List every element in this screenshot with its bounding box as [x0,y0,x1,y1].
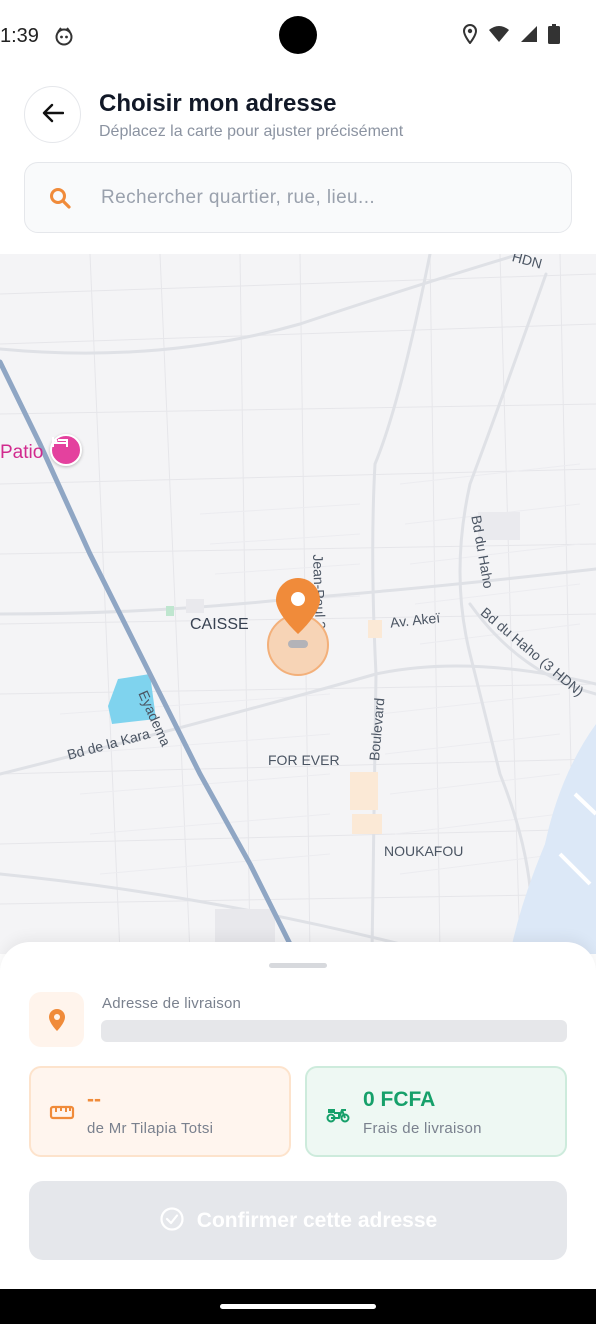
distance-caption: de Mr Tilapia Totsi [87,1120,214,1137]
map-view[interactable]: HDN Jean-Paul 2 Bd du Haho Bd du Haho (3… [0,254,596,954]
wifi-icon [488,25,510,48]
address-label: Adresse de livraison [102,995,242,1012]
check-circle-icon [159,1206,185,1235]
status-icons [462,23,560,49]
poi-label[interactable]: Patio [0,442,43,464]
location-marker [266,576,330,676]
system-navigation-bar [0,1289,596,1324]
status-bar: 1:39 [0,0,596,72]
header: Choisir mon adresse Déplacez la carte po… [0,72,596,254]
status-time: 1:39 [0,25,39,47]
search-input[interactable] [101,173,551,223]
page-title: Choisir mon adresse [99,90,337,117]
back-button[interactable] [24,86,81,143]
delivery-fee-value: 0 FCFA [363,1088,436,1111]
confirm-address-label: Confirmer cette adresse [196,1208,438,1232]
location-pin-icon [29,992,84,1047]
signal-icon [520,25,538,48]
delivery-fee-card: 0 FCFA Frais de livraison [305,1066,567,1157]
drag-handle[interactable] [269,963,327,968]
ruler-icon [49,1102,75,1124]
camera-cutout [279,16,317,54]
search-bar[interactable] [24,162,572,233]
search-icon [49,187,71,209]
map-label-noukafou: NOUKAFOU [384,843,464,859]
map-label-for-ever: FOR EVER [268,752,340,768]
scooter-icon [325,1102,351,1124]
distance-card: -- de Mr Tilapia Totsi [29,1066,291,1157]
app-notification-icon [54,26,74,46]
location-status-icon [462,23,478,49]
map-label-caisse: CAISSE [190,616,249,633]
address-loading-skeleton [101,1020,567,1042]
delivery-fee-caption: Frais de livraison [363,1120,482,1137]
bottom-sheet: Adresse de livraison -- de Mr Tilapia To… [0,942,596,1289]
arrow-left-icon [42,103,64,126]
distance-value: -- [87,1088,101,1111]
hotel-icon[interactable] [50,434,82,466]
battery-icon [548,24,560,49]
home-gesture-handle[interactable] [220,1304,376,1309]
page-subtitle: Déplacez la carte pour ajuster préciséme… [99,123,404,140]
confirm-address-button[interactable]: Confirmer cette adresse [29,1181,567,1260]
